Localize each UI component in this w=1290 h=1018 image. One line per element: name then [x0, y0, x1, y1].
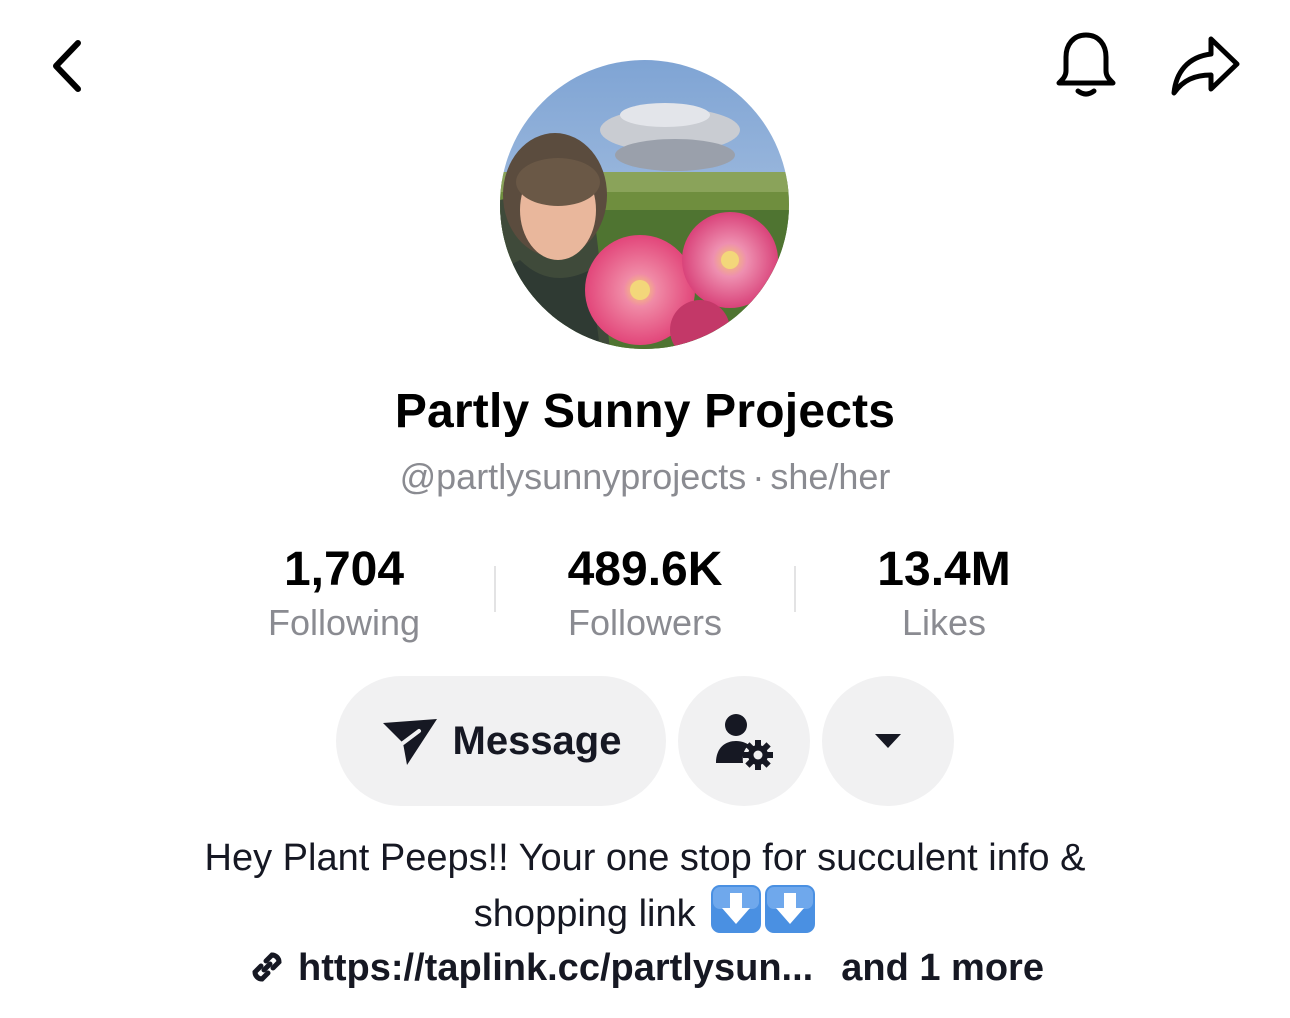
down-arrow-emoji-icon [765, 885, 816, 933]
display-name: Partly Sunny Projects [394, 385, 896, 438]
down-arrow-emoji-icon [711, 885, 762, 933]
pronouns: she/her [770, 456, 891, 497]
handle-separator: · [752, 456, 765, 497]
likes-label: Likes [901, 602, 987, 643]
stat-divider [494, 566, 496, 612]
bio-link-url[interactable]: https://taplink.cc/partlysun... [298, 947, 813, 989]
following-count: 1,704 [283, 543, 405, 596]
username-handle: @partlysunnyprojects [399, 456, 747, 497]
handle-line: @partlysunnyprojects · she/her [0, 456, 1290, 498]
send-icon [382, 719, 437, 765]
followers-count: 489.6K [567, 543, 723, 596]
bio-line-1: Hey Plant Peeps!! Your one stop for succ… [204, 837, 1086, 879]
likes-count: 13.4M [877, 543, 1011, 596]
bio-link-row: https://taplink.cc/partlysun... and 1 mor… [0, 940, 1290, 996]
caret-down-icon [875, 734, 901, 748]
share-button[interactable] [1164, 26, 1246, 106]
stat-followers[interactable]: 489.6K Followers [515, 540, 775, 646]
bio-line-2: shopping link [0, 884, 1290, 940]
user-settings-icon [716, 714, 773, 770]
avatar-photo [500, 60, 789, 349]
link-icon [252, 952, 282, 982]
profile-avatar[interactable] [500, 60, 789, 349]
bio-line-2-text: shopping link [473, 893, 696, 935]
message-button-label: Message [452, 718, 622, 763]
bell-icon [1056, 32, 1116, 97]
notification-bell-button[interactable] [1046, 26, 1126, 106]
following-label: Following [267, 602, 421, 643]
followers-label: Followers [567, 602, 723, 643]
chevron-left-icon [53, 40, 81, 92]
back-button[interactable] [30, 28, 106, 104]
stat-likes[interactable]: 13.4M Likes [814, 540, 1074, 646]
more-links-button[interactable]: and 1 more [841, 947, 1044, 989]
stat-following[interactable]: 1,704 Following [214, 540, 474, 646]
more-options-button[interactable] [822, 676, 954, 806]
bio: Hey Plant Peeps!! Your one stop for succ… [0, 832, 1290, 940]
share-arrow-icon [1171, 36, 1240, 96]
stat-divider [794, 566, 796, 612]
friend-settings-button[interactable] [678, 676, 810, 806]
message-button[interactable]: Message [336, 676, 666, 806]
